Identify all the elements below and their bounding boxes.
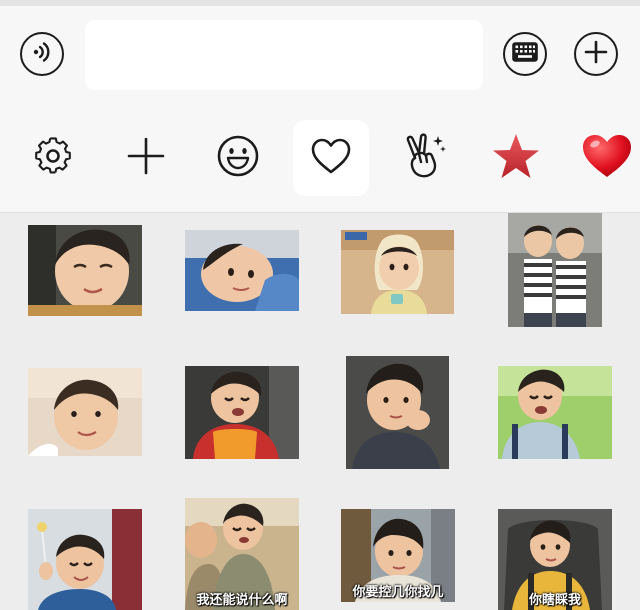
sticker-caption: 你要控几你找几	[352, 585, 444, 600]
tab-favorites[interactable]	[293, 120, 369, 196]
baby-hand-on-cheek-sticker[interactable]	[346, 356, 449, 469]
tab-emoji[interactable]	[200, 120, 276, 196]
more-options-button[interactable]	[574, 32, 618, 76]
victory-hand-icon	[402, 132, 446, 184]
baby-yellow-hood-sticker[interactable]	[341, 230, 454, 314]
keyboard-icon	[511, 41, 539, 67]
chat-input-bar	[0, 6, 640, 102]
keyboard-button[interactable]	[503, 32, 547, 76]
heart-icon	[581, 133, 633, 183]
tab-settings[interactable]	[15, 120, 91, 196]
baby-crying-blue-shirt-sticker[interactable]	[498, 366, 612, 459]
settings-icon	[31, 134, 75, 182]
sticker-grid: 我还能说什么啊 你要控几你找几 你瞎睬我	[0, 213, 640, 610]
emoji-icon	[216, 134, 260, 182]
baby-lollipop-sticker[interactable]	[28, 509, 142, 610]
tab-heart-stickers[interactable]	[569, 120, 640, 196]
baby-lying-down-sticker[interactable]	[185, 230, 299, 311]
baby-bowl-cut-sticker[interactable]: 你要控几你找几	[341, 509, 455, 602]
baby-smiling-close-up-sticker[interactable]	[28, 368, 142, 456]
sticker-tab-bar	[0, 102, 640, 213]
heart-outline-icon	[310, 137, 352, 179]
add-icon	[126, 136, 166, 180]
baby-crying-orange-vest-sticker[interactable]	[185, 366, 299, 459]
sticker-caption: 你瞎睬我	[528, 593, 581, 608]
message-input[interactable]	[85, 20, 483, 90]
baby-with-monk-sticker[interactable]: 我还能说什么啊	[185, 498, 299, 610]
twins-striped-shirts-sticker[interactable]	[508, 213, 602, 327]
tab-star-stickers[interactable]	[478, 120, 554, 196]
plus-circle-icon	[583, 39, 609, 69]
sticker-caption: 我还能说什么啊	[196, 593, 288, 608]
voice-button[interactable]	[20, 32, 64, 76]
tab-victory-stickers[interactable]	[386, 120, 462, 196]
baby-squint-smile-sticker[interactable]	[28, 225, 142, 316]
tab-add-sticker[interactable]	[108, 120, 184, 196]
baby-car-seat-sticker[interactable]: 你瞎睬我	[498, 509, 612, 610]
voice-icon	[29, 39, 55, 69]
star-icon	[491, 132, 541, 184]
